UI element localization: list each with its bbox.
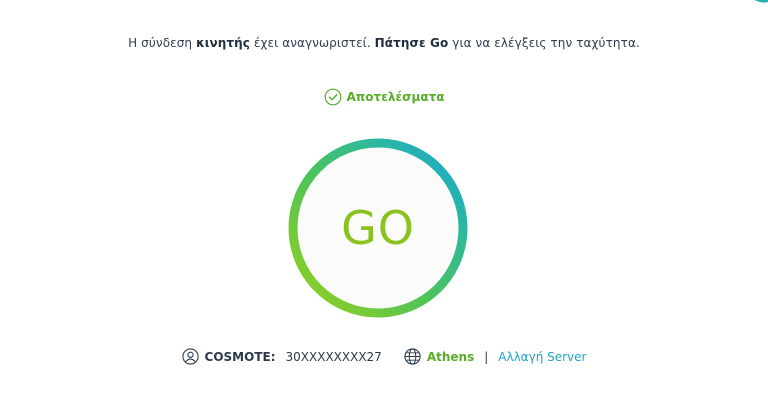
go-button[interactable]: GO <box>288 138 468 318</box>
press-go-hint: Πάτησε Go <box>374 36 449 50</box>
server-city: Athens <box>426 349 475 364</box>
globe-icon <box>404 348 421 365</box>
connection-status-text: Η σύνδεση κινητής έχει αναγνωριστεί. Πάτ… <box>128 36 640 50</box>
server-info: Athens | Αλλαγή Server <box>404 348 586 365</box>
provider-info: COSMOTE: 30XXXXXXXX27 <box>181 348 382 365</box>
provider-name: COSMOTE: <box>204 349 276 364</box>
corner-decoration <box>754 0 768 3</box>
check-circle-icon <box>324 88 342 106</box>
connection-info-bar: COSMOTE: 30XXXXXXXX27 Athens | Αλλαγή Se… <box>0 348 768 365</box>
user-icon <box>181 348 199 365</box>
results-link[interactable]: Αποτελέσματα <box>0 88 768 106</box>
separator: | <box>484 349 489 364</box>
speedtest-page: Η σύνδεση κινητής έχει αναγνωριστεί. Πάτ… <box>0 0 768 420</box>
connection-type: κινητής <box>196 36 250 50</box>
change-server-link[interactable]: Αλλαγή Server <box>498 350 586 364</box>
phone-number: 30XXXXXXXX27 <box>285 349 382 364</box>
go-label: GO <box>341 201 415 255</box>
results-label: Αποτελέσματα <box>346 90 445 104</box>
